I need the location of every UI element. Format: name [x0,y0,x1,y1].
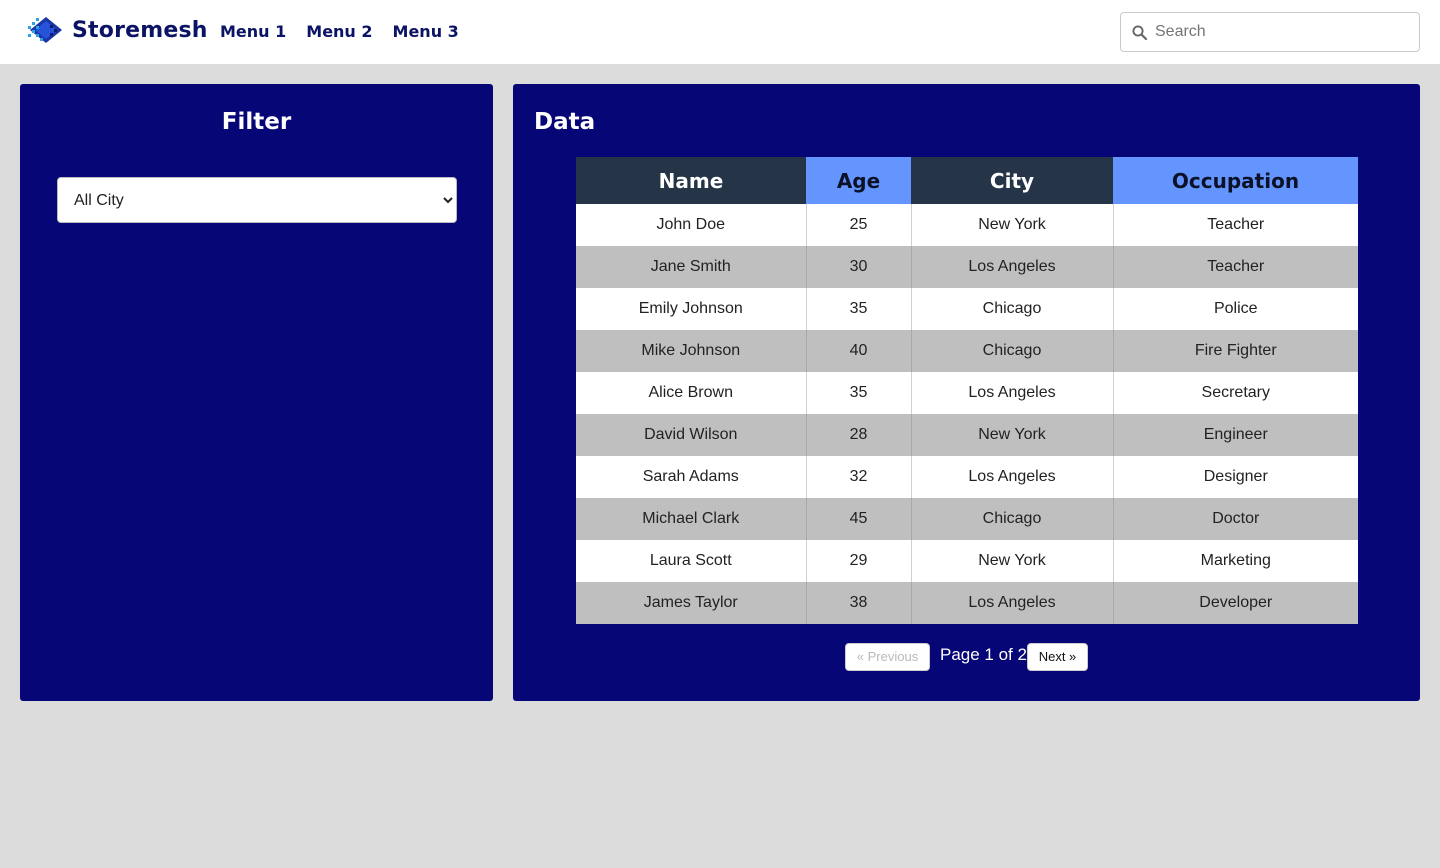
cell-age: 38 [806,582,912,624]
search-box [1120,12,1420,52]
table-row: Sarah Adams 32 Los Angeles Designer [576,456,1358,498]
table-row: Michael Clark 45 Chicago Doctor [576,498,1358,540]
cell-name: Emily Johnson [576,288,807,330]
table-row: Laura Scott 29 New York Marketing [576,540,1358,582]
cell-city: New York [911,204,1114,246]
cell-occupation: Engineer [1113,414,1358,456]
filter-title: Filter [221,109,292,135]
search-input[interactable] [1155,19,1411,45]
column-header-name[interactable]: Name [576,157,806,204]
cell-age: 45 [806,498,912,540]
cell-city: Los Angeles [911,372,1114,414]
menu-item-3[interactable]: Menu 3 [393,20,459,44]
cell-name: James Taylor [576,582,807,624]
cell-name: Mike Johnson [576,330,807,372]
search-icon [1132,25,1148,41]
top-navbar: Storemesh Menu 1 Menu 2 Menu 3 [0,0,1440,64]
cell-name: Sarah Adams [576,456,807,498]
table-row: John Doe 25 New York Teacher [576,204,1358,246]
cell-age: 32 [806,456,912,498]
table-header-row: Name Age City Occupation [576,157,1358,204]
cell-city: Chicago [911,330,1114,372]
cell-city: Los Angeles [911,456,1114,498]
table-row: Alice Brown 35 Los Angeles Secretary [576,372,1358,414]
data-table: Name Age City Occupation John Doe 25 New… [576,157,1358,624]
table-row: Jane Smith 30 Los Angeles Teacher [576,246,1358,288]
cell-age: 28 [806,414,912,456]
previous-page-button[interactable]: « Previous [845,643,930,671]
cell-occupation: Fire Fighter [1113,330,1358,372]
pagination: « Previous Page 1 of 2 Next » [513,643,1420,671]
table-row: Emily Johnson 35 Chicago Police [576,288,1358,330]
cell-city: New York [911,414,1114,456]
cell-city: Chicago [911,498,1114,540]
cell-age: 25 [806,204,912,246]
menu-item-1[interactable]: Menu 1 [220,20,286,44]
cell-occupation: Teacher [1113,246,1358,288]
next-page-button[interactable]: Next » [1027,643,1088,671]
cell-name: John Doe [576,204,807,246]
table-row: James Taylor 38 Los Angeles Developer [576,582,1358,624]
cell-occupation: Doctor [1113,498,1358,540]
cell-age: 40 [806,330,912,372]
cell-occupation: Marketing [1113,540,1358,582]
cell-name: Alice Brown [576,372,807,414]
cell-occupation: Police [1113,288,1358,330]
data-panel: Data Name Age City Occupation John Doe 2… [513,84,1420,701]
cell-name: Laura Scott [576,540,807,582]
table-row: David Wilson 28 New York Engineer [576,414,1358,456]
table-row: Mike Johnson 40 Chicago Fire Fighter [576,330,1358,372]
cell-occupation: Teacher [1113,204,1358,246]
cell-occupation: Developer [1113,582,1358,624]
storemesh-logo-icon [28,17,62,43]
filter-panel: Filter All City New York Los Angeles Chi… [20,84,493,701]
column-header-city[interactable]: City [911,157,1113,204]
cell-age: 30 [806,246,912,288]
city-filter-select[interactable]: All City New York Los Angeles Chicago [57,177,457,223]
cell-city: Los Angeles [911,246,1114,288]
brand-name: Storemesh [72,17,208,43]
cell-occupation: Secretary [1113,372,1358,414]
page-indicator: Page 1 of 2 [940,645,1027,664]
cell-city: Chicago [911,288,1114,330]
data-title: Data [534,109,596,135]
cell-age: 35 [806,288,912,330]
cell-name: David Wilson [576,414,807,456]
cell-occupation: Designer [1113,456,1358,498]
column-header-occupation[interactable]: Occupation [1113,157,1358,204]
main-menu: Menu 1 Menu 2 Menu 3 [220,20,459,44]
cell-city: Los Angeles [911,582,1114,624]
cell-age: 29 [806,540,912,582]
cell-city: New York [911,540,1114,582]
menu-item-2[interactable]: Menu 2 [306,20,372,44]
cell-name: Michael Clark [576,498,807,540]
column-header-age[interactable]: Age [806,157,911,204]
cell-name: Jane Smith [576,246,807,288]
cell-age: 35 [806,372,912,414]
brand-logo-link[interactable]: Storemesh [26,14,208,46]
